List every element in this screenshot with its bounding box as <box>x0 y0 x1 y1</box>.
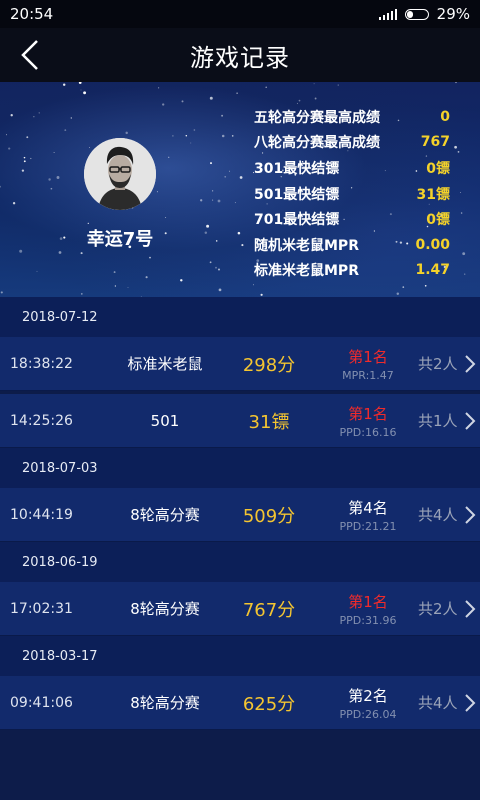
page-title: 游戏记录 <box>190 43 290 72</box>
chevron-right-icon <box>465 506 476 524</box>
stat-row: 501最快结镖 31镖 <box>254 181 450 207</box>
stat-row: 五轮高分赛最高成绩 0 <box>254 104 450 130</box>
stat-value: 0镖 <box>426 160 450 177</box>
record-row[interactable]: 09:41:06 8轮高分赛 625分 第2名 PPD:26.04 共4人 <box>0 676 480 730</box>
record-score: 625分 <box>242 693 296 715</box>
stat-value: 31镖 <box>416 186 450 203</box>
rank-label: 第1名 <box>348 592 388 611</box>
record-mode: 8轮高分赛 <box>130 600 200 618</box>
record-rank: 第1名 PPD:16.16 <box>318 403 418 439</box>
player-count: 共4人 <box>418 506 458 524</box>
chevron-right-icon <box>465 412 476 430</box>
player-count: 共1人 <box>418 412 458 430</box>
stat-row: 301最快结镖 0镖 <box>254 155 450 181</box>
record-score: 767分 <box>242 599 296 621</box>
record-time: 18:38:22 <box>10 355 73 372</box>
date-header: 2018-03-17 <box>0 636 480 676</box>
record-score: 31镖 <box>248 411 290 433</box>
record-row[interactable]: 17:02:31 8轮高分赛 767分 第1名 PPD:31.96 共2人 <box>0 582 480 636</box>
record-score: 509分 <box>242 505 296 527</box>
battery-percent: 29% <box>436 5 470 23</box>
stat-value: 0 <box>440 108 450 125</box>
stat-row: 701最快结镖 0镖 <box>254 206 450 232</box>
record-mode: 501 <box>150 411 180 430</box>
stat-label: 五轮高分赛最高成绩 <box>254 109 380 126</box>
rank-stat: MPR:1.47 <box>342 368 394 382</box>
stat-row: 随机米老鼠MPR 0.00 <box>254 232 450 258</box>
rank-stat: PPD:31.96 <box>339 613 397 627</box>
date-header: 2018-06-19 <box>0 542 480 582</box>
rank-stat: PPD:16.16 <box>339 425 397 439</box>
chevron-left-icon <box>21 40 38 70</box>
profile-panel: 幸运7号 五轮高分赛最高成绩 0 八轮高分赛最高成绩 767 301最快结镖 0镖 5… <box>0 82 480 297</box>
rank-stat: PPD:26.04 <box>339 707 397 721</box>
stat-row: 标准米老鼠MPR 1.47 <box>254 258 450 284</box>
user-portrait-icon <box>84 138 156 210</box>
record-mode: 标准米老鼠 <box>127 355 203 373</box>
player-count: 共2人 <box>418 600 458 618</box>
chevron-right-icon <box>465 355 476 373</box>
stat-value: 0镖 <box>426 212 450 229</box>
status-icons: 29% <box>378 5 470 23</box>
stat-value: 767 <box>420 134 450 151</box>
chevron-right-icon <box>465 694 476 712</box>
chevron-right-icon <box>465 600 476 618</box>
app-header: 游戏记录 <box>0 28 480 82</box>
record-mode: 8轮高分赛 <box>130 694 200 712</box>
rank-stat: PPD:21.21 <box>339 519 397 533</box>
record-row[interactable]: 18:38:22 标准米老鼠 298分 第1名 MPR:1.47 共2人 <box>0 337 480 391</box>
player-count: 共4人 <box>418 694 458 712</box>
record-score: 298分 <box>242 354 296 376</box>
signal-icon <box>378 8 397 20</box>
record-row[interactable]: 10:44:19 8轮高分赛 509分 第4名 PPD:21.21 共4人 <box>0 488 480 542</box>
date-header: 2018-07-03 <box>0 448 480 488</box>
stat-label: 301最快结镖 <box>254 160 340 177</box>
record-time: 17:02:31 <box>10 600 73 617</box>
record-rank: 第2名 PPD:26.04 <box>318 685 418 721</box>
stat-value: 1.47 <box>415 262 450 279</box>
battery-icon <box>404 8 429 20</box>
record-time: 14:25:26 <box>10 412 73 429</box>
stat-label: 随机米老鼠MPR <box>254 237 359 254</box>
rank-label: 第1名 <box>348 404 388 423</box>
avatar[interactable] <box>84 138 156 210</box>
rank-label: 第2名 <box>348 686 388 705</box>
record-time: 10:44:19 <box>10 506 73 523</box>
stat-value: 0.00 <box>415 236 450 253</box>
status-time: 20:54 <box>10 5 54 23</box>
stat-label: 标准米老鼠MPR <box>254 263 359 280</box>
rank-label: 第4名 <box>348 498 388 517</box>
game-record-list: 2018-07-12 18:38:22 标准米老鼠 298分 第1名 MPR:1… <box>0 297 480 730</box>
record-time: 09:41:06 <box>10 694 73 711</box>
date-header: 2018-07-12 <box>0 297 480 337</box>
stat-label: 501最快结镖 <box>254 186 340 203</box>
record-rank: 第1名 PPD:31.96 <box>318 591 418 627</box>
record-rank: 第4名 PPD:21.21 <box>318 497 418 533</box>
record-row[interactable]: 14:25:26 501 31镖 第1名 PPD:16.16 共1人 <box>0 394 480 448</box>
status-bar: 20:54 29% <box>0 0 480 28</box>
stat-label: 八轮高分赛最高成绩 <box>254 135 380 152</box>
record-mode: 8轮高分赛 <box>130 506 200 524</box>
username: 幸运7号 <box>86 229 154 250</box>
player-count: 共2人 <box>418 355 458 373</box>
rank-label: 第1名 <box>348 347 388 366</box>
stats-list: 五轮高分赛最高成绩 0 八轮高分赛最高成绩 767 301最快结镖 0镖 501最快结… <box>254 104 450 283</box>
record-rank: 第1名 MPR:1.47 <box>318 346 418 382</box>
stat-label: 701最快结镖 <box>254 212 340 229</box>
back-button[interactable] <box>8 28 52 82</box>
stat-row: 八轮高分赛最高成绩 767 <box>254 130 450 156</box>
